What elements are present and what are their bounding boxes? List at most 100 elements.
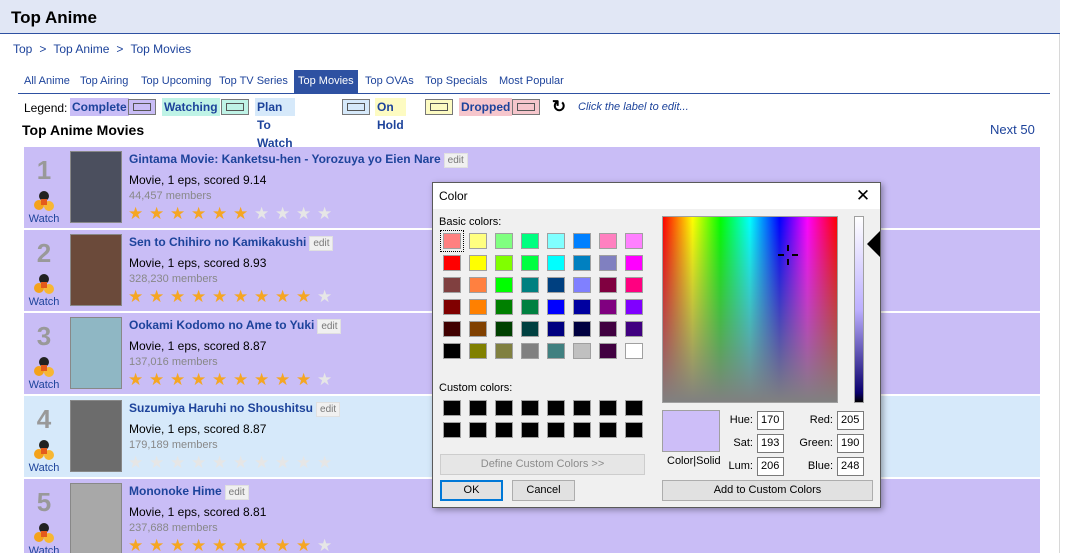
breadcrumb-top-anime[interactable]: Top Anime <box>53 42 109 56</box>
basic-color-swatch[interactable] <box>469 255 487 271</box>
custom-color-swatch[interactable] <box>495 400 513 416</box>
basic-color-swatch[interactable] <box>625 343 643 359</box>
star-icon[interactable]: ★ <box>170 205 185 223</box>
basic-color-swatch[interactable] <box>495 277 513 293</box>
basic-color-swatch[interactable] <box>443 255 461 271</box>
tab-most-popular[interactable]: Most Popular <box>495 70 568 94</box>
star-icon[interactable]: ★ <box>254 288 269 306</box>
star-icon[interactable]: ★ <box>170 537 185 553</box>
basic-color-swatch[interactable] <box>625 277 643 293</box>
poster-image[interactable] <box>70 483 122 553</box>
basic-color-swatch[interactable] <box>599 321 617 337</box>
basic-color-swatch[interactable] <box>573 277 591 293</box>
custom-color-swatch[interactable] <box>573 422 591 438</box>
edit-button[interactable]: edit <box>316 402 341 417</box>
star-icon[interactable]: ★ <box>191 537 206 553</box>
next-50-link[interactable]: Next 50 <box>990 122 1035 137</box>
star-icon[interactable]: ★ <box>149 454 164 472</box>
basic-color-swatch[interactable] <box>495 255 513 271</box>
star-icon[interactable]: ★ <box>233 288 248 306</box>
star-icon[interactable]: ★ <box>128 537 143 553</box>
basic-color-swatch[interactable] <box>547 255 565 271</box>
star-icon[interactable]: ★ <box>317 205 332 223</box>
star-icon[interactable]: ★ <box>170 371 185 389</box>
star-icon[interactable]: ★ <box>128 371 143 389</box>
sat-field[interactable]: 193 <box>757 434 784 453</box>
refresh-icon[interactable]: ↻ <box>550 98 568 116</box>
star-icon[interactable]: ★ <box>254 371 269 389</box>
basic-color-swatch[interactable] <box>599 277 617 293</box>
legend-dropped-swatch[interactable] <box>512 99 540 115</box>
star-icon[interactable]: ★ <box>149 288 164 306</box>
basic-color-swatch[interactable] <box>547 321 565 337</box>
star-icon[interactable]: ★ <box>275 371 290 389</box>
star-icon[interactable]: ★ <box>191 288 206 306</box>
basic-color-swatch[interactable] <box>625 255 643 271</box>
star-icon[interactable]: ★ <box>296 537 311 553</box>
hue-field[interactable]: 170 <box>757 411 784 430</box>
color-spectrum[interactable] <box>662 216 838 403</box>
basic-color-swatch[interactable] <box>599 343 617 359</box>
define-custom-colors-button[interactable]: Define Custom Colors >> <box>440 454 645 475</box>
star-icon[interactable]: ★ <box>317 371 332 389</box>
basic-color-swatch[interactable] <box>599 299 617 315</box>
cancel-button[interactable]: Cancel <box>512 480 575 501</box>
custom-color-swatch[interactable] <box>599 422 617 438</box>
star-icon[interactable]: ★ <box>191 205 206 223</box>
basic-color-swatch[interactable] <box>625 299 643 315</box>
star-icon[interactable]: ★ <box>212 537 227 553</box>
legend-plan-to-watch-swatch[interactable] <box>342 99 370 115</box>
basic-color-swatch[interactable] <box>573 299 591 315</box>
legend-complete[interactable]: Complete <box>70 98 129 116</box>
star-icon[interactable]: ★ <box>296 205 311 223</box>
star-icon[interactable]: ★ <box>317 288 332 306</box>
star-icon[interactable]: ★ <box>275 288 290 306</box>
custom-color-swatch[interactable] <box>573 400 591 416</box>
breadcrumb-top-movies[interactable]: Top Movies <box>130 42 191 56</box>
anime-title-link[interactable]: Ookami Kodomo no Ame to Yuki <box>129 318 314 332</box>
star-icon[interactable]: ★ <box>254 205 269 223</box>
basic-color-swatch[interactable] <box>547 343 565 359</box>
star-icon[interactable]: ★ <box>233 371 248 389</box>
watch-link[interactable]: Watch <box>24 545 64 553</box>
star-icon[interactable]: ★ <box>212 454 227 472</box>
star-icon[interactable]: ★ <box>212 288 227 306</box>
star-icon[interactable]: ★ <box>149 537 164 553</box>
tab-top-airing[interactable]: Top Airing <box>76 70 132 94</box>
basic-color-swatch[interactable] <box>469 321 487 337</box>
custom-color-swatch[interactable] <box>625 400 643 416</box>
edit-button[interactable]: edit <box>309 236 334 251</box>
legend-on-hold-swatch[interactable] <box>425 99 453 115</box>
tab-top-specials[interactable]: Top Specials <box>421 70 491 94</box>
star-icon[interactable]: ★ <box>128 288 143 306</box>
basic-color-swatch[interactable] <box>625 233 643 249</box>
breadcrumb-top[interactable]: Top <box>13 42 32 56</box>
basic-color-swatch[interactable] <box>521 299 539 315</box>
tab-top-movies[interactable]: Top Movies <box>294 70 358 94</box>
edit-button[interactable]: edit <box>317 319 342 334</box>
basic-color-swatch[interactable] <box>599 255 617 271</box>
basic-color-swatch[interactable] <box>495 343 513 359</box>
star-icon[interactable]: ★ <box>233 537 248 553</box>
star-icon[interactable]: ★ <box>191 371 206 389</box>
red-field[interactable]: 205 <box>837 411 864 430</box>
watch-link[interactable]: Watch <box>24 296 64 308</box>
star-icon[interactable]: ★ <box>296 371 311 389</box>
basic-color-swatch[interactable] <box>521 277 539 293</box>
star-icon[interactable]: ★ <box>212 371 227 389</box>
star-icon[interactable]: ★ <box>296 288 311 306</box>
ok-button[interactable]: OK <box>440 480 503 501</box>
legend-dropped[interactable]: Dropped <box>459 98 513 116</box>
tab-top-upcoming[interactable]: Top Upcoming <box>137 70 215 94</box>
legend-plan-to-watch[interactable]: Plan To Watch <box>255 98 295 150</box>
custom-color-swatch[interactable] <box>495 422 513 438</box>
basic-color-swatch[interactable] <box>521 343 539 359</box>
anime-title-link[interactable]: Suzumiya Haruhi no Shoushitsu <box>129 401 313 415</box>
star-icon[interactable]: ★ <box>275 537 290 553</box>
green-field[interactable]: 190 <box>837 434 864 453</box>
star-icon[interactable]: ★ <box>170 454 185 472</box>
custom-color-swatch[interactable] <box>469 400 487 416</box>
custom-color-swatch[interactable] <box>599 400 617 416</box>
close-icon[interactable]: ✕ <box>852 185 874 207</box>
custom-color-swatch[interactable] <box>625 422 643 438</box>
